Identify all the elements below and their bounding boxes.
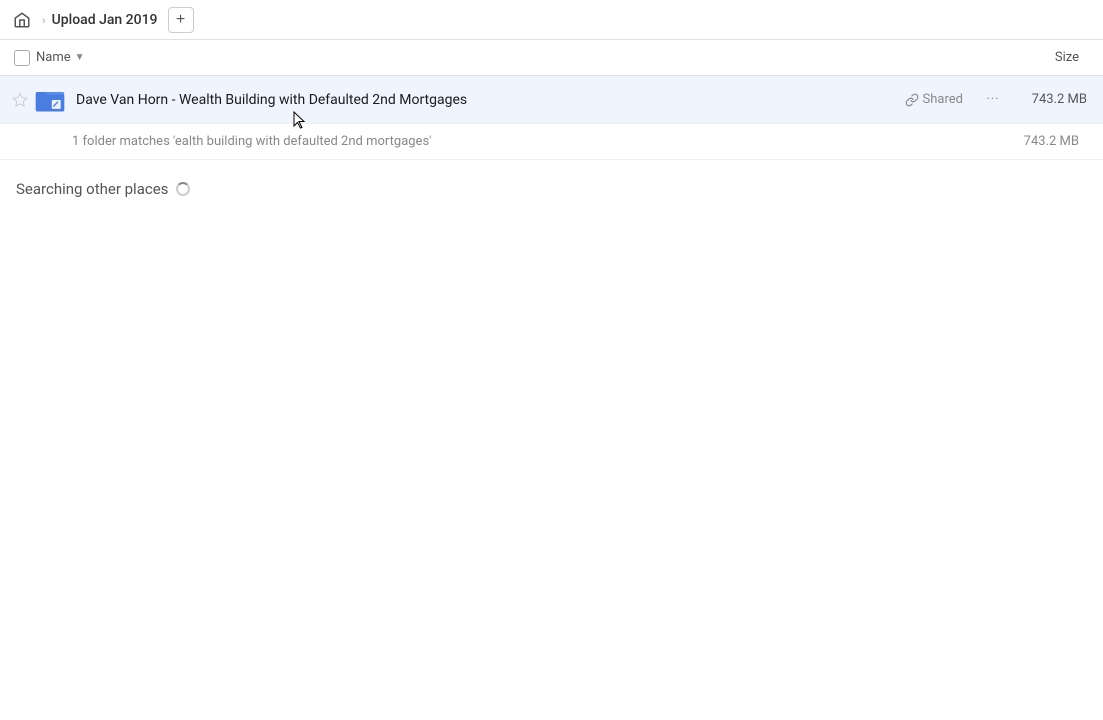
select-all-checkbox[interactable]	[8, 50, 36, 66]
add-button[interactable]: +	[168, 7, 194, 33]
star-button[interactable]	[8, 92, 32, 108]
match-text: 1 folder matches 'ealth building with de…	[72, 134, 1007, 149]
home-button[interactable]	[8, 6, 36, 34]
col-name-label: Name	[36, 50, 71, 65]
breadcrumb-title: Upload Jan 2019	[52, 12, 158, 28]
header: › Upload Jan 2019 +	[0, 0, 1103, 40]
link-icon	[905, 93, 919, 107]
shared-badge[interactable]: Shared	[905, 92, 963, 107]
searching-section: Searching other places	[0, 160, 1103, 198]
match-size: 743.2 MB	[1007, 134, 1087, 149]
breadcrumb-chevron: ›	[40, 13, 48, 27]
home-icon	[13, 11, 31, 29]
match-row: 1 folder matches 'ealth building with de…	[0, 124, 1103, 160]
file-row[interactable]: Dave Van Horn - Wealth Building with Def…	[0, 76, 1103, 124]
col-size-header: Size	[995, 50, 1095, 65]
more-options-button[interactable]: ···	[979, 86, 1007, 114]
shared-label: Shared	[923, 92, 963, 107]
sort-arrow-icon: ▼	[75, 52, 85, 63]
more-icon: ···	[986, 92, 999, 107]
searching-label: Searching other places	[16, 180, 1087, 198]
checkbox-select-all[interactable]	[14, 50, 30, 66]
column-header-row: Name ▼ Size	[0, 40, 1103, 76]
loading-spinner	[176, 182, 190, 196]
col-name-header[interactable]: Name ▼	[36, 50, 995, 65]
folder-icon-wrap	[32, 82, 68, 118]
searching-text: Searching other places	[16, 180, 168, 198]
file-size: 743.2 MB	[1015, 92, 1095, 107]
folder-shared-icon	[34, 84, 66, 116]
file-name: Dave Van Horn - Wealth Building with Def…	[76, 92, 905, 108]
star-icon	[12, 92, 28, 108]
